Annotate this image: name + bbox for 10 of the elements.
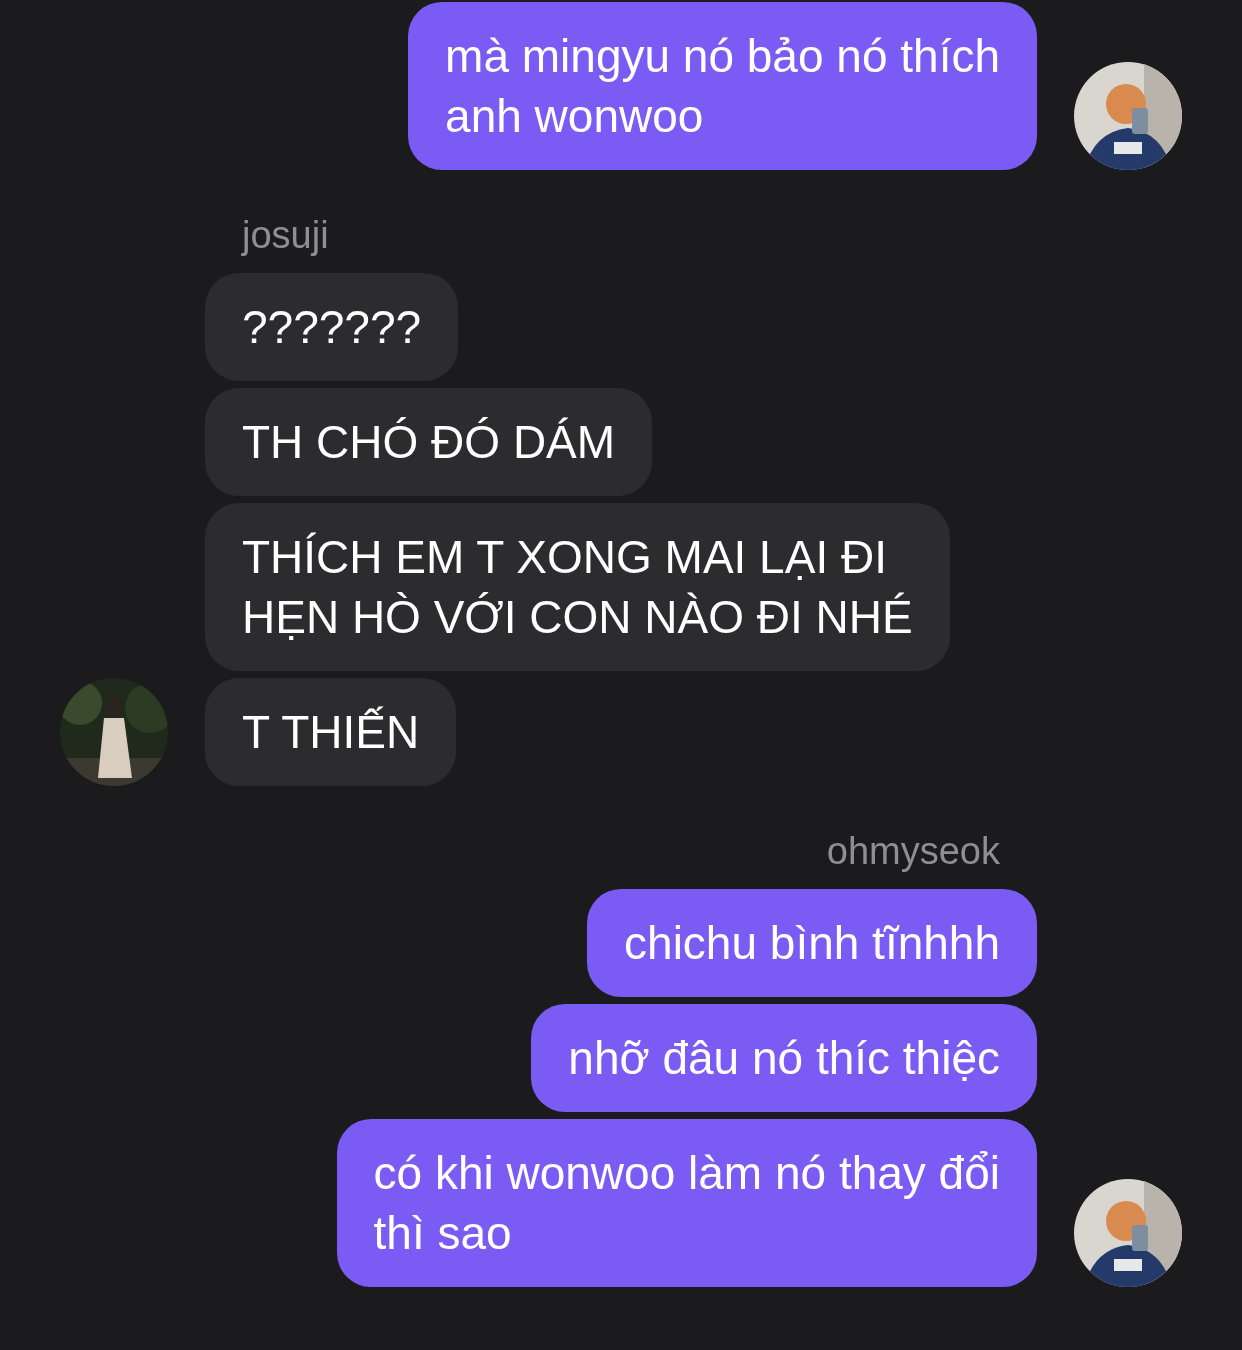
received-message: TH CHÓ ĐÓ DÁM	[205, 388, 653, 496]
received-message: T THIẾN	[205, 678, 457, 786]
received-message: ???????	[205, 273, 459, 381]
sent-message: chichu bình tĩnhhh	[587, 889, 1037, 997]
sent-message: mà mingyu nó bảo nó thích anh wonwoo	[408, 2, 1037, 170]
received-message: THÍCH EM T XONG MAI LẠI ĐI HẸN HÒ VỚI CON NÀO ĐI NHÉ	[205, 503, 950, 671]
sent-message: nhỡ đâu nó thíc thiệc	[531, 1004, 1037, 1112]
sender-name: josuji	[242, 213, 329, 258]
sent-message: có khi wonwoo làm nó thay đổi thì sao	[336, 1119, 1037, 1287]
sender-name: ohmyseok	[826, 829, 1000, 874]
